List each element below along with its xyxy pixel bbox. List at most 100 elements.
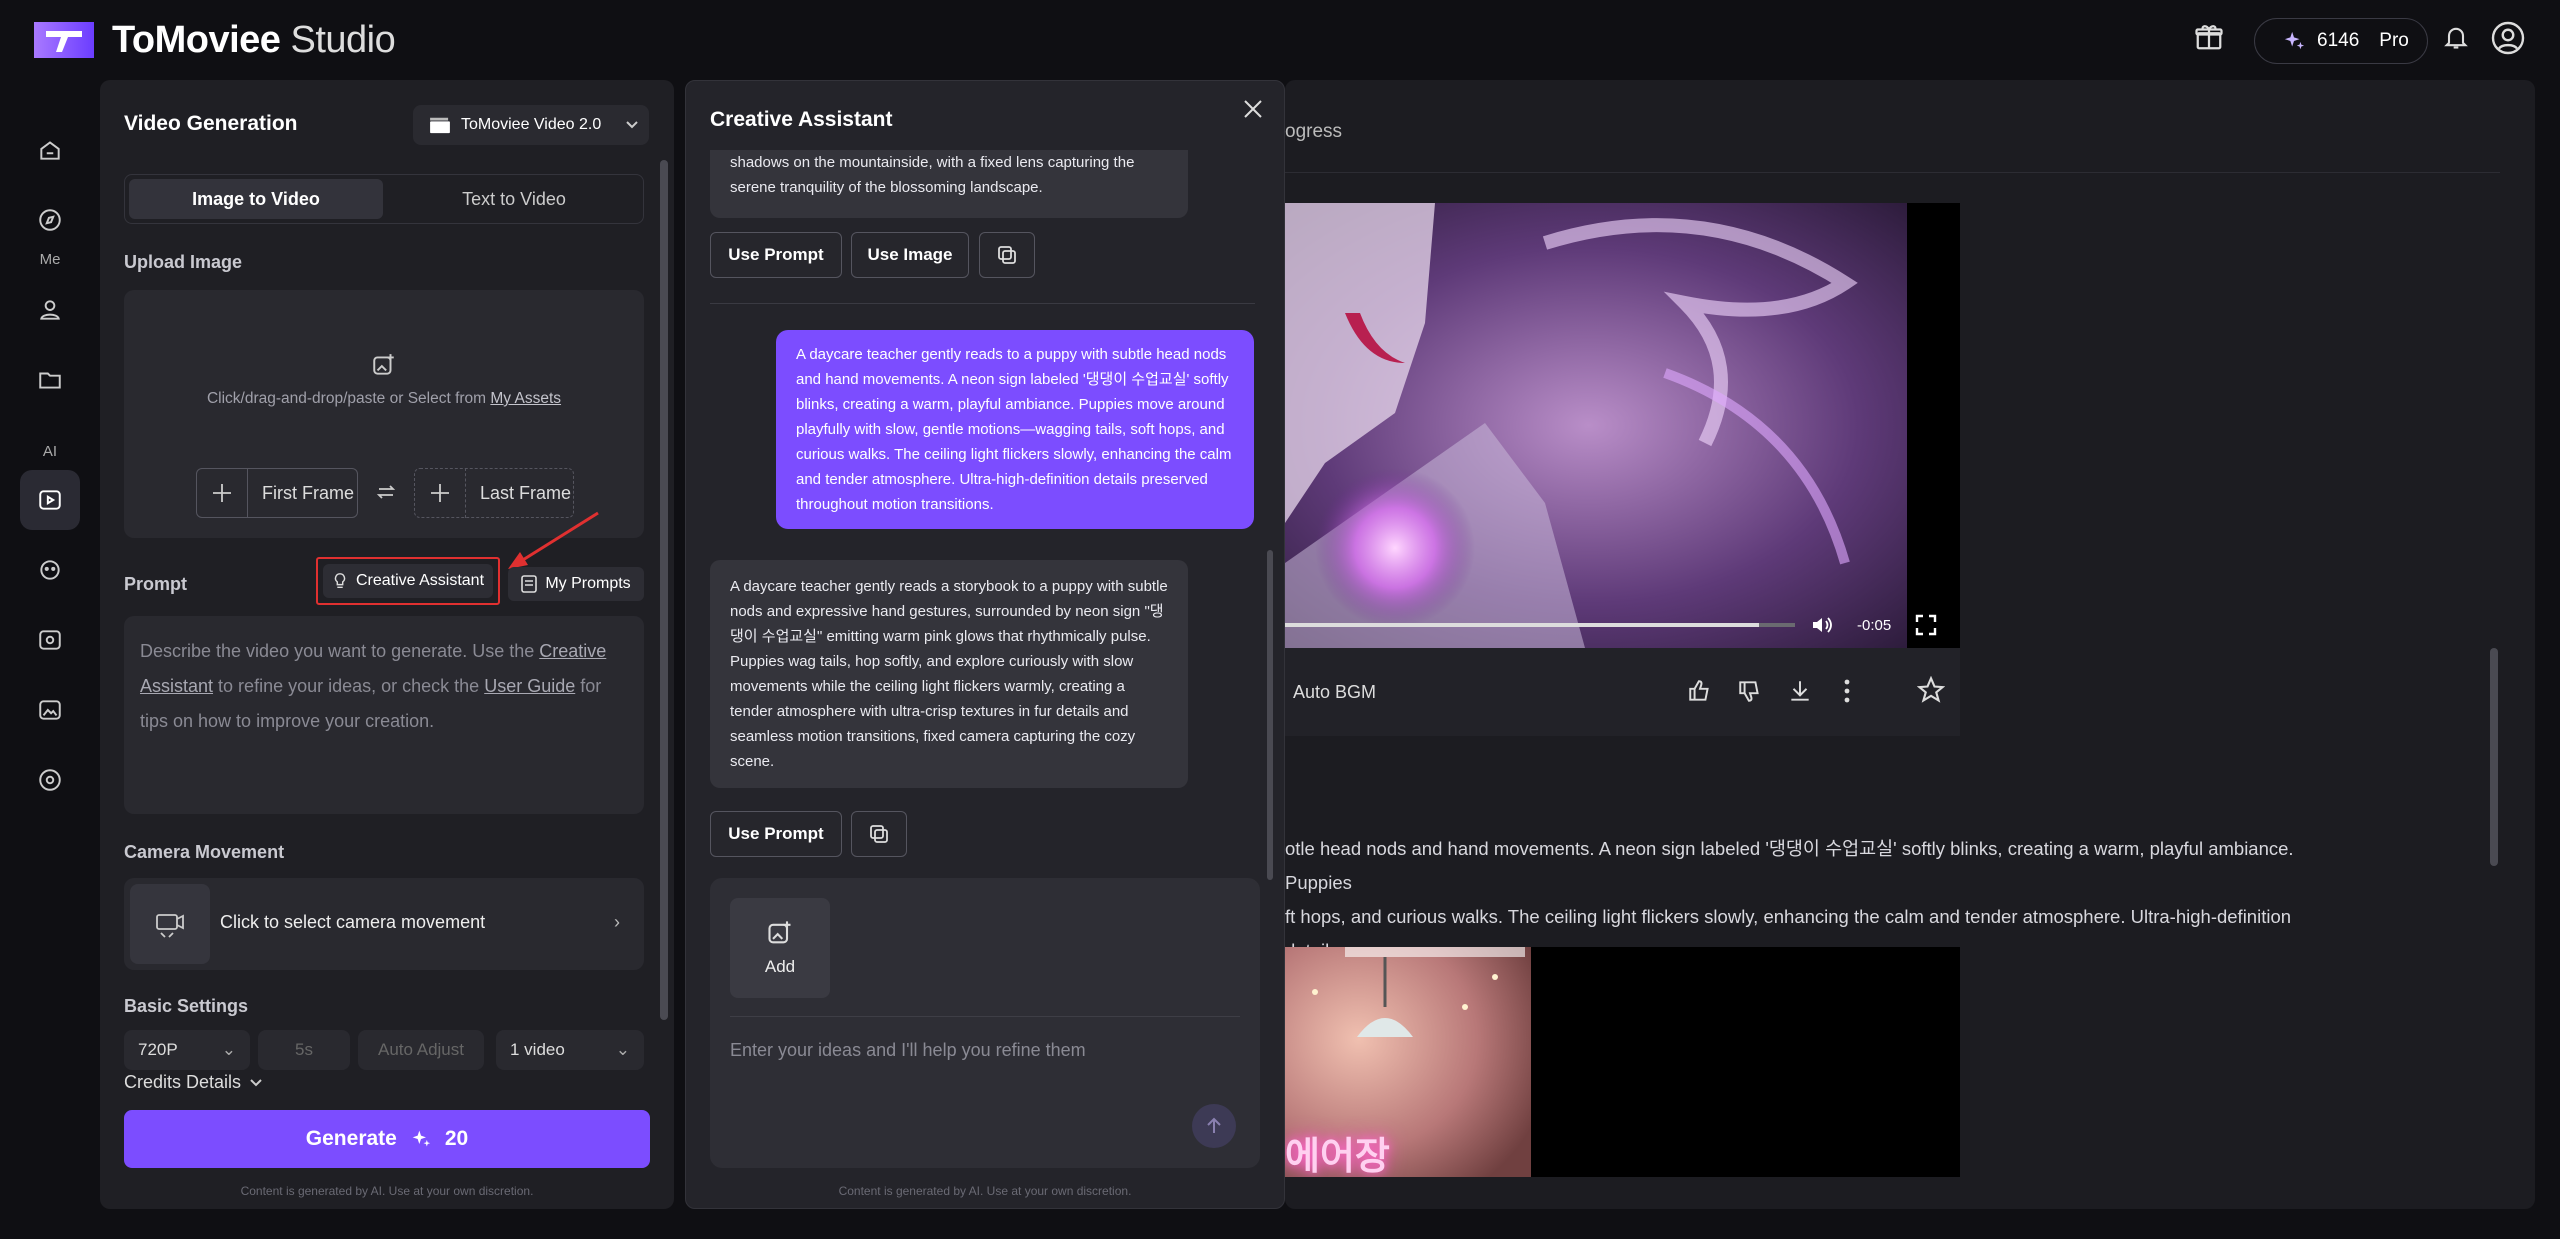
nav-audio[interactable] (20, 750, 80, 810)
video-player[interactable]: -0:05 (1285, 203, 1960, 648)
home-icon (37, 137, 63, 163)
folder-icon (37, 367, 63, 393)
tab-image-to-video[interactable]: Image to Video (129, 179, 383, 219)
neon-sign-text: 에어장 (1285, 1136, 1390, 1177)
credits-details-toggle[interactable]: Credits Details (124, 1072, 263, 1093)
bgm-label: Auto BGM (1293, 682, 1377, 702)
star-icon[interactable] (1917, 676, 1945, 704)
progress-text: ogress (1285, 121, 1343, 142)
video-thumbnail-2[interactable]: 에어장 (1285, 947, 1960, 1177)
use-image-button[interactable]: Use Image (851, 232, 969, 278)
app-logo[interactable]: ToMoviee Studio (28, 18, 396, 62)
bell-icon[interactable] (2442, 22, 2470, 52)
thumbs-up-icon[interactable] (1687, 678, 1713, 704)
side-nav: Me AI (0, 80, 100, 1239)
video-actions-bar: Auto BGM (1285, 648, 1960, 736)
assistant-reply: A daycare teacher gently reads a storybo… (710, 560, 1188, 788)
nav-profile[interactable] (20, 280, 80, 340)
copy-button-1[interactable] (979, 232, 1035, 278)
upload-image-label: Upload Image (124, 252, 243, 272)
bulb-icon (332, 572, 348, 590)
chevron-right-icon: › (614, 912, 620, 932)
download-icon[interactable] (1787, 678, 1813, 704)
copy-icon (869, 824, 889, 844)
basic-settings-label: Basic Settings (124, 996, 249, 1016)
arrow-up-icon (1204, 1116, 1224, 1136)
credits-balance[interactable]: 6146 Pro (2254, 18, 2428, 64)
add-image-icon (766, 919, 794, 947)
add-image-icon (371, 352, 397, 378)
main-scrollbar[interactable] (2490, 648, 2498, 866)
use-prompt-button-1[interactable]: Use Prompt (710, 232, 842, 278)
nav-explore[interactable] (20, 190, 80, 250)
thumbs-down-icon[interactable] (1737, 678, 1763, 704)
person-icon (37, 297, 63, 323)
last-frame-label: Last Frame (480, 482, 572, 503)
assistant-input-area: Add Enter your ideas and I'll help you r… (710, 878, 1260, 1168)
app-title: ToMoviee Studio (112, 18, 396, 61)
generate-button[interactable]: Generate 20 (124, 1110, 650, 1168)
sparkle-icon (411, 1129, 431, 1149)
video-progress-fill (1285, 623, 1760, 627)
camera-icon (153, 909, 187, 939)
upload-dropzone[interactable]: Click/drag-and-drop/paste or Select from… (124, 290, 644, 538)
chevron-down-icon (625, 120, 639, 130)
nav-video-generation[interactable] (20, 470, 80, 530)
nav-avatar[interactable] (20, 540, 80, 600)
assistant-title: Creative Assistant (710, 108, 893, 131)
nav-image-gen[interactable] (20, 680, 80, 740)
divider (710, 303, 1255, 304)
nav-image-edit[interactable] (20, 610, 80, 670)
assistant-disclaimer: Content is generated by AI. Use at your … (838, 1184, 1132, 1198)
copy-icon (997, 245, 1017, 265)
creative-assistant-button[interactable]: Creative Assistant (316, 557, 500, 605)
panel-scrollbar[interactable] (660, 160, 668, 1020)
gift-icon[interactable] (2194, 22, 2224, 52)
tab-text-to-video[interactable]: Text to Video (387, 179, 641, 219)
assistant-scrollbar[interactable] (1267, 550, 1273, 880)
aspect-select[interactable]: Auto Adjust (358, 1030, 484, 1070)
my-prompts-button[interactable]: My Prompts (508, 567, 644, 601)
logo-mark-icon (34, 22, 94, 58)
clapper-icon (429, 116, 451, 134)
panel-disclaimer: Content is generated by AI. Use at your … (240, 1184, 534, 1198)
copy-button-2[interactable] (851, 811, 907, 857)
my-prompts-label: My Prompts (545, 575, 631, 592)
model-name: ToMoviee Video 2.0 (461, 116, 602, 133)
add-label: Add (764, 957, 796, 976)
nav-home[interactable] (20, 120, 80, 180)
more-options-icon[interactable] (1843, 678, 1851, 704)
camera-movement-text: Click to select camera movement (220, 912, 486, 932)
creative-assistant-label: Creative Assistant (355, 572, 485, 589)
close-icon[interactable] (1242, 98, 1264, 120)
upload-hint: Click/drag-and-drop/paste or Select from… (206, 390, 562, 407)
use-prompt-button-2[interactable]: Use Prompt (710, 811, 842, 857)
plan-badge: Pro (2379, 30, 2409, 51)
user-avatar-icon[interactable] (2490, 20, 2526, 56)
plus-icon (211, 482, 233, 504)
first-frame-button[interactable]: First Frame (196, 468, 358, 518)
camera-movement-label: Camera Movement (124, 842, 285, 862)
fullscreen-icon[interactable] (1915, 614, 1937, 636)
my-assets-link[interactable]: My Assets (490, 390, 561, 407)
video-frame-image (1285, 203, 1960, 648)
assistant-input[interactable]: Enter your ideas and I'll help you refin… (730, 1040, 1086, 1061)
swap-icon[interactable] (376, 482, 396, 502)
add-image-button[interactable]: Add (730, 898, 830, 998)
sparkle-icon (2283, 30, 2305, 52)
user-guide-link[interactable]: User Guide (484, 676, 575, 696)
image-icon (37, 697, 63, 723)
resolution-select[interactable]: 720P ⌄ (124, 1030, 250, 1070)
image-edit-icon (37, 627, 63, 653)
duration-select[interactable]: 5s (258, 1030, 350, 1070)
model-select[interactable]: ToMoviee Video 2.0 (413, 105, 649, 145)
prompt-textarea[interactable]: Describe the video you want to generate.… (124, 616, 644, 814)
nav-assets[interactable] (20, 350, 80, 410)
generate-cost: 20 (444, 1127, 469, 1150)
send-button[interactable] (1192, 1104, 1236, 1148)
camera-movement-select[interactable]: Click to select camera movement › (124, 878, 644, 970)
chevron-down-icon: ⌄ (615, 1040, 630, 1059)
count-select[interactable]: 1 video ⌄ (496, 1030, 644, 1070)
divider (1285, 172, 2500, 173)
volume-icon[interactable] (1810, 613, 1834, 637)
